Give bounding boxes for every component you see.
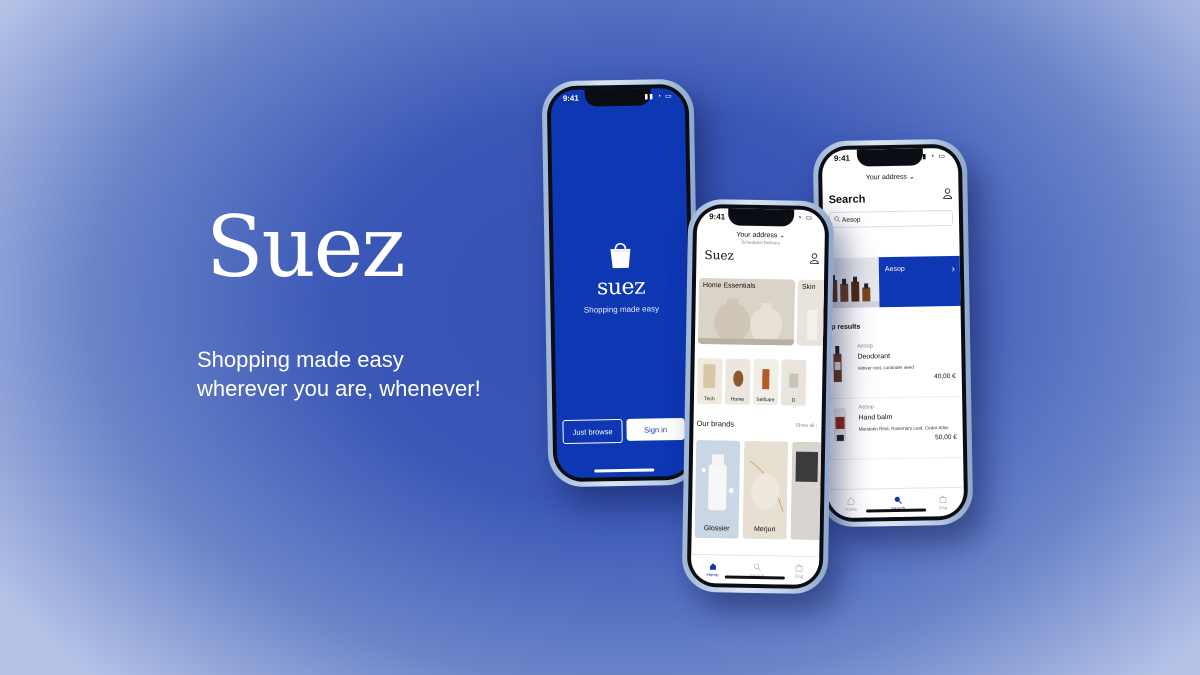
brand-label: Merjuri	[753, 525, 776, 534]
address-label: Your address	[736, 231, 778, 240]
tile-label: D	[791, 397, 796, 404]
user-icon[interactable]	[942, 188, 953, 200]
user-icon[interactable]	[809, 253, 819, 264]
status-bar: 9:41 ▮▮ ◔ ▭	[563, 92, 673, 106]
category-card-skin[interactable]: Skin	[796, 279, 826, 347]
tab-label: Home	[844, 506, 858, 512]
splash-tagline: Shopping made easy	[583, 304, 660, 315]
signal-icon: ▮▮ ◔ ▭	[784, 214, 814, 222]
brand-card-merjuri[interactable]: Merjuri	[742, 440, 789, 540]
brand-card-glossier[interactable]: Glossier	[694, 439, 741, 539]
search-value: Aesop	[841, 216, 861, 224]
tab-home[interactable]: Home	[845, 496, 857, 511]
result-name: Deodorant	[857, 353, 891, 361]
address-subtitle: Scheduled Delivery	[741, 239, 781, 246]
tile-label: Home	[730, 396, 745, 403]
phone-home: 9:41 ▮▮ ◔ ▭ Your address ⌄ Scheduled Del…	[681, 198, 835, 595]
chevron-down-icon: ⌄	[908, 173, 915, 181]
show-all-link[interactable]: Show all ›	[795, 423, 817, 429]
tab-bar: Home Search Bag	[827, 486, 965, 519]
address-label: Your address	[865, 173, 907, 182]
status-time: 9:41	[562, 93, 579, 103]
status-time: 9:41	[709, 212, 726, 222]
search-icon	[834, 216, 840, 222]
bag-icon	[939, 495, 947, 503]
category-tile-tech[interactable]: Tech	[696, 357, 723, 405]
category-tile-more[interactable]: D	[780, 359, 807, 406]
category-tile-selfcare[interactable]: Selfcare	[752, 358, 779, 406]
result-brand: Aesop	[857, 343, 873, 350]
chevron-right-icon: ›	[951, 263, 955, 275]
glossier-image	[694, 439, 741, 539]
merjuri-image	[742, 440, 789, 540]
show-all-label: Show all	[795, 422, 815, 429]
tab-label: Bag	[795, 573, 804, 579]
page-title: Search	[828, 193, 866, 207]
just-browse-button[interactable]: Just browse	[562, 418, 623, 445]
tab-bag[interactable]: Bag	[939, 495, 947, 510]
tab-bag[interactable]: Bag	[795, 563, 803, 578]
brands-title: Our brands	[696, 418, 735, 429]
featured-brand-label: Aesop	[884, 265, 905, 274]
tile-label: Selfcare	[756, 396, 775, 404]
bag-icon	[796, 563, 803, 572]
chevron-right-icon: ›	[815, 423, 818, 430]
search-input[interactable]: Aesop	[828, 209, 954, 229]
chevron-down-icon: ⌄	[779, 232, 786, 240]
status-time: 9:41	[833, 153, 851, 164]
home-screen: 9:41 ▮▮ ◔ ▭ Your address ⌄ Scheduled Del…	[690, 207, 826, 586]
phone-search: 9:41 ▮▮ ◔ ▭ Your address ⌄ Search Aesop	[812, 138, 974, 528]
home-indicator	[594, 468, 655, 473]
tab-bar: Home Search Bag	[690, 553, 820, 586]
tab-label: Home	[706, 571, 719, 577]
search-icon	[753, 563, 761, 571]
brand-logo: Suez	[206, 198, 406, 296]
home-icon	[847, 496, 855, 505]
brand-card-partial[interactable]	[790, 441, 823, 541]
result-row[interactable]: Aesop Deodorant Vetiver root, coriander …	[825, 337, 963, 400]
sign-in-button[interactable]: Sign in	[626, 417, 685, 441]
featured-brand-panel: Aesop ›	[878, 255, 961, 308]
search-screen: 9:41 ▮▮ ◔ ▭ Your address ⌄ Search Aesop	[821, 147, 965, 519]
category-label: Home Essentials	[702, 282, 756, 290]
product-thumbnail	[834, 408, 847, 442]
category-tile-home[interactable]: Home	[724, 358, 751, 405]
brand-image	[790, 441, 823, 541]
result-description: Mandarin Rind, Rosemary Leaf, Cedar Atla…	[858, 425, 949, 432]
shopping-bag-icon	[610, 242, 631, 269]
splash-logo: suez	[596, 274, 646, 301]
status-bar: 9:41 ▮▮ ◔ ▭	[834, 152, 946, 166]
address-selector[interactable]: Your address ⌄	[822, 172, 958, 182]
search-icon	[894, 496, 902, 504]
tagline-line-1: Shopping made easy	[197, 347, 404, 372]
tile-label: Tech	[704, 396, 715, 403]
product-thumbnail	[833, 345, 842, 383]
result-description: Vetiver root, coriander seed	[857, 364, 914, 371]
featured-brand-banner[interactable]: Aesop ›	[823, 255, 961, 309]
signal-icon: ▮▮ ◔ ▭	[644, 93, 673, 101]
result-name: Hand balm	[858, 414, 893, 422]
tagline: Shopping made easy wherever you are, whe…	[197, 345, 481, 403]
result-brand: Aesop	[858, 404, 874, 411]
category-label: Skin	[801, 283, 816, 291]
result-price: 40,00 €	[934, 372, 956, 381]
home-icon	[709, 562, 716, 570]
app-logo: Suez	[704, 248, 734, 263]
splash-screen: 9:41 ▮▮ ◔ ▭ suez Shopping made easy Just…	[550, 87, 692, 479]
result-row[interactable]: Aesop Hand balm Mandarin Rind, Rosemary …	[826, 398, 964, 461]
tab-label: Bag	[939, 504, 948, 510]
signal-icon: ▮▮ ◔ ▭	[917, 153, 946, 161]
tab-home[interactable]: Home	[706, 562, 719, 577]
result-price: 50,00 €	[935, 433, 957, 442]
brand-label: Glossier	[703, 525, 730, 533]
tagline-line-2: wherever you are, whenever!	[197, 376, 481, 401]
category-card-home-essentials[interactable]: Home Essentials	[697, 277, 796, 346]
phone-splash: 9:41 ▮▮ ◔ ▭ suez Shopping made easy Just…	[541, 78, 701, 488]
status-bar: 9:41 ▮▮ ◔ ▭	[709, 212, 813, 226]
